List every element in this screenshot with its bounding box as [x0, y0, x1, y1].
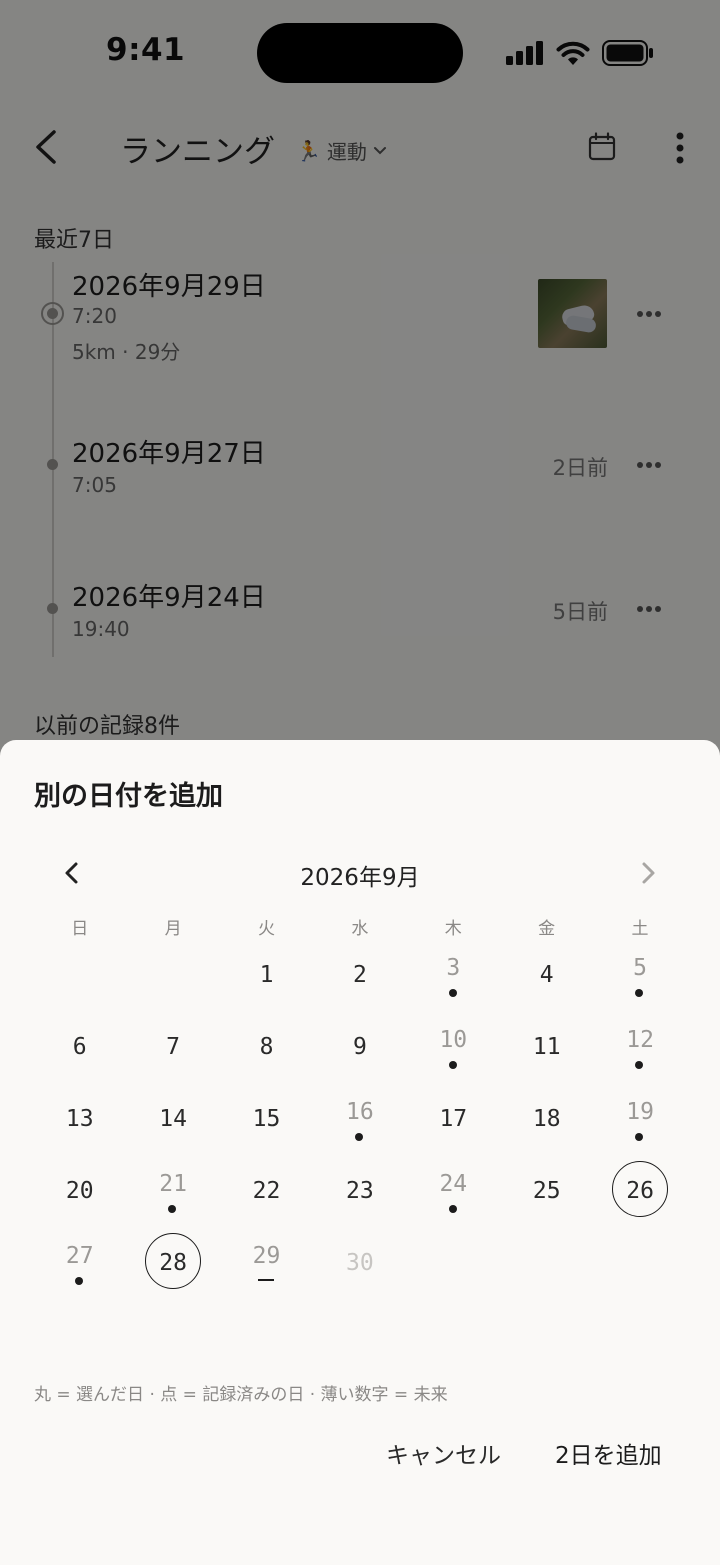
calendar-day[interactable]: 17 — [407, 1080, 500, 1152]
calendar-day-number: 11 — [532, 1034, 561, 1060]
weekday-label: 日 — [71, 919, 89, 939]
calendar-day-number: 9 — [352, 1034, 367, 1060]
calendar-day-number: 4 — [539, 962, 554, 988]
calendar-day[interactable]: 21 — [126, 1152, 219, 1224]
calendar-day-number: 29 — [252, 1243, 281, 1269]
calendar-day[interactable]: 24 — [407, 1152, 500, 1224]
calendar-day[interactable]: 4 — [500, 936, 593, 1008]
calendar-day[interactable]: 6 — [33, 1008, 126, 1080]
calendar-day-number: 15 — [252, 1106, 281, 1132]
calendar-day[interactable]: 9 — [313, 1008, 406, 1080]
calendar-day[interactable]: 23 — [313, 1152, 406, 1224]
calendar-day-number: 5 — [633, 955, 648, 981]
cancel-button[interactable]: キャンセル — [386, 1436, 501, 1470]
calendar-day-number: 28 — [159, 1250, 187, 1276]
calendar-day[interactable]: 5 — [593, 936, 686, 1008]
sheet-title: 別の日付を追加 — [34, 781, 223, 812]
calendar-day[interactable]: 7 — [126, 1008, 219, 1080]
calendar-legend: 丸 = 選んだ日 · 点 = 記録済みの日 · 薄い数字 = 未来 — [34, 1385, 448, 1405]
calendar-day-number: 26 — [626, 1178, 654, 1204]
calendar-day[interactable]: 1 — [220, 936, 313, 1008]
calendar-day-number: 23 — [346, 1178, 374, 1204]
calendar-day[interactable]: 3 — [407, 936, 500, 1008]
calendar-day[interactable]: 28 — [126, 1224, 219, 1296]
calendar-day[interactable]: 27 — [33, 1224, 126, 1296]
calendar-day[interactable]: 25 — [500, 1152, 593, 1224]
calendar-day-number: 24 — [439, 1171, 468, 1197]
add-dates-button[interactable]: 2日を追加 — [555, 1436, 662, 1470]
calendar-day-number: 20 — [65, 1178, 94, 1204]
logged-day-dot-icon — [355, 1133, 364, 1141]
calendar-day-number: 18 — [532, 1106, 561, 1132]
logged-day-dot-icon — [635, 1133, 644, 1141]
calendar-day-number: 17 — [439, 1106, 468, 1132]
calendar-day[interactable]: 13 — [33, 1080, 126, 1152]
calendar-day-number: 6 — [72, 1034, 87, 1060]
calendar-day[interactable]: 29 — [220, 1224, 313, 1296]
logged-day-dot-icon — [448, 989, 457, 997]
calendar-day-number: 16 — [346, 1099, 374, 1125]
dynamic-island — [257, 23, 463, 83]
calendar-day[interactable]: 2 — [313, 936, 406, 1008]
calendar-day-number: 30 — [346, 1250, 374, 1276]
calendar-day-number: 25 — [532, 1178, 561, 1204]
calendar-day[interactable]: 26 — [593, 1152, 686, 1224]
month-label: 2026年9月 — [300, 865, 420, 891]
logged-day-dot-icon — [448, 1061, 457, 1069]
calendar-day[interactable]: 11 — [500, 1008, 593, 1080]
calendar-day[interactable]: 20 — [33, 1152, 126, 1224]
calendar-day[interactable]: 12 — [593, 1008, 686, 1080]
logged-day-dot-icon — [635, 989, 644, 997]
add-date-bottom-sheet: 別の日付を追加 2026年9月 日 月 火 水 木 金 土 1234567891… — [0, 740, 720, 1565]
calendar-day-number: 27 — [65, 1243, 94, 1269]
calendar-day-number: 7 — [166, 1034, 181, 1060]
weekday-label: 月 — [164, 919, 182, 939]
calendar-day[interactable]: 19 — [593, 1080, 686, 1152]
calendar-day-number: 19 — [626, 1099, 654, 1125]
calendar-day[interactable]: 18 — [500, 1080, 593, 1152]
calendar-day[interactable]: 22 — [220, 1152, 313, 1224]
calendar-day-number: 13 — [65, 1106, 94, 1132]
calendar-day-number: 21 — [159, 1171, 187, 1197]
next-month-chevron-icon[interactable] — [636, 858, 660, 888]
calendar-day-number: 12 — [626, 1027, 654, 1053]
calendar-day-number: 3 — [446, 955, 461, 981]
sheet-actions: キャンセル 2日を追加 — [0, 1432, 720, 1476]
logged-day-dot-icon — [635, 1061, 644, 1069]
calendar-day-number: 8 — [259, 1034, 274, 1060]
calendar-day-number: 22 — [252, 1178, 281, 1204]
calendar-day-number: 14 — [159, 1106, 187, 1132]
logged-day-dot-icon — [75, 1277, 83, 1285]
calendar-day[interactable]: 16 — [313, 1080, 406, 1152]
calendar-day: 30 — [313, 1224, 406, 1296]
calendar-day-number: 10 — [439, 1027, 468, 1053]
calendar-day[interactable]: 14 — [126, 1080, 219, 1152]
calendar-day-number: 2 — [352, 962, 367, 988]
calendar-day[interactable]: 15 — [220, 1080, 313, 1152]
calendar-day-number: 1 — [259, 962, 274, 988]
today-underline-icon — [257, 1279, 274, 1281]
calendar-day[interactable]: 8 — [220, 1008, 313, 1080]
logged-day-dot-icon — [448, 1205, 457, 1213]
month-navigation: 2026年9月 — [0, 848, 720, 898]
calendar-day[interactable]: 10 — [407, 1008, 500, 1080]
logged-day-dot-icon — [168, 1205, 177, 1213]
